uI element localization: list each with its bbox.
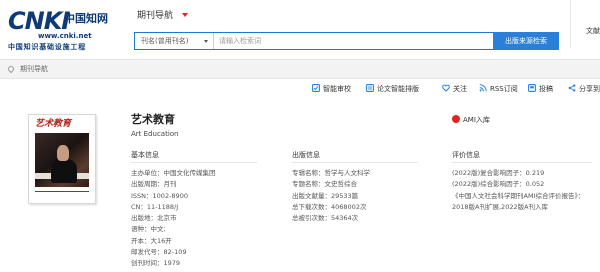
doc-check-icon: [312, 83, 320, 92]
logo-chinese: 中国知网: [64, 12, 108, 25]
info-row: 出版地：北京市: [131, 214, 177, 223]
chevron-down-icon: [204, 40, 208, 43]
logo-org: 中国知识基础设施工程: [8, 42, 86, 51]
info-row: 开本：大16开: [131, 236, 172, 245]
info-row: 总被引次数：54364次: [292, 214, 359, 223]
tool-follow[interactable]: 关注: [442, 82, 467, 96]
info-row: 主办单位：中国文化传媒集团: [131, 169, 216, 177]
journal-english-title: Art Education: [131, 130, 179, 138]
report-icon: [528, 83, 536, 92]
info-row: 语种：中文;: [131, 225, 166, 234]
tool-smart-layout[interactable]: 论文智能排版: [366, 82, 419, 96]
heart-icon: [442, 83, 450, 92]
header-right-link[interactable]: 文献: [586, 27, 600, 36]
breadcrumb-item[interactable]: 期刊导航: [20, 65, 48, 74]
tool-label: 关注: [453, 85, 467, 93]
header-divider: [570, 0, 571, 48]
publish-info-heading: 出版信息: [292, 151, 418, 163]
nav-title[interactable]: 期刊导航: [137, 10, 173, 22]
publish-info: 出版信息 专辑名称：哲学与人文科学 专题名称：文史哲综合 出版文献量：29533…: [292, 151, 418, 224]
ami-badge: AMI入库: [452, 115, 490, 125]
tool-label: RSS订阅: [490, 85, 518, 93]
info-row: 出版文献量：29533篇: [292, 191, 359, 200]
info-row: 2018版A刊扩展,2022版A刊入库: [452, 202, 549, 211]
evaluation-info-list: (2022版)复合影响因子：0.219 (2022版)综合影响因子：0.052 …: [452, 168, 592, 213]
nav-dropdown-arrow-icon[interactable]: [182, 13, 188, 17]
tool-label: 智能审校: [323, 85, 351, 93]
cnki-logo[interactable]: CNKI 中国知网 www.cnki.net 中国知识基础设施工程: [8, 7, 114, 51]
search-field-label: 刊名(曾用刊名): [141, 37, 189, 45]
search-button[interactable]: 出版来源检索: [493, 32, 559, 50]
ami-icon: [452, 115, 460, 123]
evaluation-info: 评价信息 (2022版)复合影响因子：0.219 (2022版)综合影响因子：0…: [452, 151, 592, 213]
cover-figure-head: [57, 145, 69, 161]
basic-info-list: 主办单位：中国文化传媒集团 出版周期：月刊 ISSN：1002-8900 CN：…: [131, 168, 257, 270]
journal-title: 艺术教育: [131, 113, 175, 126]
location-pin-icon: [6, 64, 16, 74]
search-input[interactable]: [215, 33, 491, 49]
info-row: 邮发代号：82-109: [131, 248, 187, 257]
breadcrumb: 期刊导航: [0, 59, 600, 79]
info-row: 出版周期：月刊: [131, 180, 177, 189]
basic-info: 基本信息 主办单位：中国文化传媒集团 出版周期：月刊 ISSN：1002-890…: [131, 151, 257, 270]
tool-label: 分享到: [579, 85, 600, 93]
info-row: 《中国人文社会科学期刊AMI综合评价报告》：: [452, 191, 585, 200]
info-row: (2022版)复合影响因子：0.219: [452, 169, 545, 177]
cover-photo: [35, 133, 89, 187]
info-row: ISSN：1002-8900: [131, 191, 188, 200]
logo-brand: CNKI: [8, 7, 70, 35]
ami-label: AMI入库: [463, 116, 490, 124]
info-row: 创刊时间：1979: [131, 259, 181, 268]
header: CNKI 中国知网 www.cnki.net 中国知识基础设施工程 期刊导航 刊…: [0, 0, 600, 58]
tool-label: 论文智能排版: [377, 85, 419, 93]
logo-url: www.cnki.net: [38, 32, 92, 40]
publish-info-list: 专辑名称：哲学与人文科学 专题名称：文史哲综合 出版文献量：29533篇 总下载…: [292, 168, 418, 224]
cover-title: 艺术教育: [35, 119, 72, 129]
info-row: 专辑名称：哲学与人文科学: [292, 169, 370, 177]
tool-submit[interactable]: 投稿: [528, 82, 553, 96]
tool-rss[interactable]: RSS订阅: [479, 82, 518, 96]
rss-icon: [479, 83, 487, 92]
info-row: CN：11-1188/J: [131, 202, 179, 211]
info-row: 专题名称：文史哲综合: [292, 180, 357, 189]
search-field-select[interactable]: 刊名(曾用刊名): [135, 33, 214, 49]
search-bar: 刊名(曾用刊名) 出版来源检索: [134, 32, 559, 50]
cover-figure-dress: [51, 159, 77, 183]
cover-rule: [35, 191, 89, 192]
journal-cover: 艺术教育: [28, 114, 96, 204]
tool-label: 投稿: [539, 85, 553, 93]
layout-icon: [366, 83, 374, 92]
tool-smart-review[interactable]: 智能审校: [312, 82, 351, 96]
tool-share[interactable]: 分享到: [568, 82, 600, 96]
info-row: (2022版)综合影响因子：0.052: [452, 180, 545, 189]
share-icon: [568, 83, 576, 92]
basic-info-heading: 基本信息: [131, 151, 257, 163]
evaluation-info-heading: 评价信息: [452, 151, 592, 163]
info-row: 总下载次数：4068002次: [292, 202, 367, 211]
